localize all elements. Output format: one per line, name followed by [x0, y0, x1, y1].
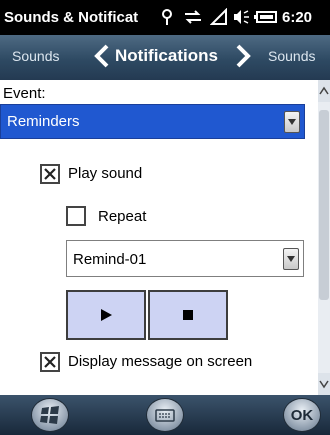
- event-select-value: Reminders: [7, 113, 80, 130]
- start-button[interactable]: [31, 398, 69, 432]
- bottom-bar: OK: [0, 395, 330, 435]
- chevron-right-icon[interactable]: [234, 43, 252, 74]
- clock: 6:20: [282, 9, 313, 26]
- keyboard-button[interactable]: [146, 398, 184, 432]
- play-button[interactable]: [66, 290, 146, 340]
- scrollbar[interactable]: [318, 80, 330, 395]
- battery-icon: [254, 8, 278, 26]
- repeat-checkbox[interactable]: [66, 206, 86, 226]
- ok-label: OK: [290, 407, 314, 424]
- sync-icon: [183, 8, 203, 26]
- nav-bar: Sounds Notifications Sounds: [0, 35, 330, 80]
- content-area: Event: Reminders Play sound Repeat Remin…: [0, 80, 318, 395]
- dropdown-arrow-icon[interactable]: [284, 111, 300, 133]
- scroll-up-icon[interactable]: [318, 80, 330, 102]
- play-icon: [101, 309, 112, 321]
- event-select[interactable]: Reminders: [0, 104, 305, 139]
- repeat-label[interactable]: Repeat: [98, 208, 146, 225]
- display-message-label[interactable]: Display message on screen: [68, 353, 252, 370]
- stop-icon: [183, 310, 193, 320]
- play-sound-label[interactable]: Play sound: [68, 165, 142, 182]
- signal-icon: [209, 7, 228, 26]
- event-label: Event:: [3, 85, 46, 102]
- app-title: Sounds & Notificat: [4, 9, 139, 26]
- volume-icon: [232, 8, 250, 26]
- ok-button[interactable]: OK: [283, 398, 321, 432]
- scroll-down-icon[interactable]: [318, 373, 330, 395]
- keyboard-icon: [155, 409, 175, 422]
- title-bar: Sounds & Notificat 6:20: [0, 0, 330, 35]
- antenna-icon: [160, 8, 174, 26]
- dropdown-arrow-icon[interactable]: [283, 248, 299, 270]
- sound-select[interactable]: Remind-01: [66, 240, 304, 277]
- display-message-checkbox[interactable]: [40, 352, 60, 372]
- nav-next-label[interactable]: Sounds: [268, 48, 315, 64]
- play-sound-checkbox[interactable]: [40, 164, 60, 184]
- nav-title: Notifications: [115, 46, 218, 65]
- sound-select-value: Remind-01: [73, 251, 147, 268]
- scroll-thumb[interactable]: [319, 110, 329, 300]
- nav-prev-label[interactable]: Sounds: [12, 48, 59, 64]
- stop-button[interactable]: [148, 290, 228, 340]
- chevron-left-icon[interactable]: [93, 43, 111, 74]
- windows-icon: [40, 406, 59, 424]
